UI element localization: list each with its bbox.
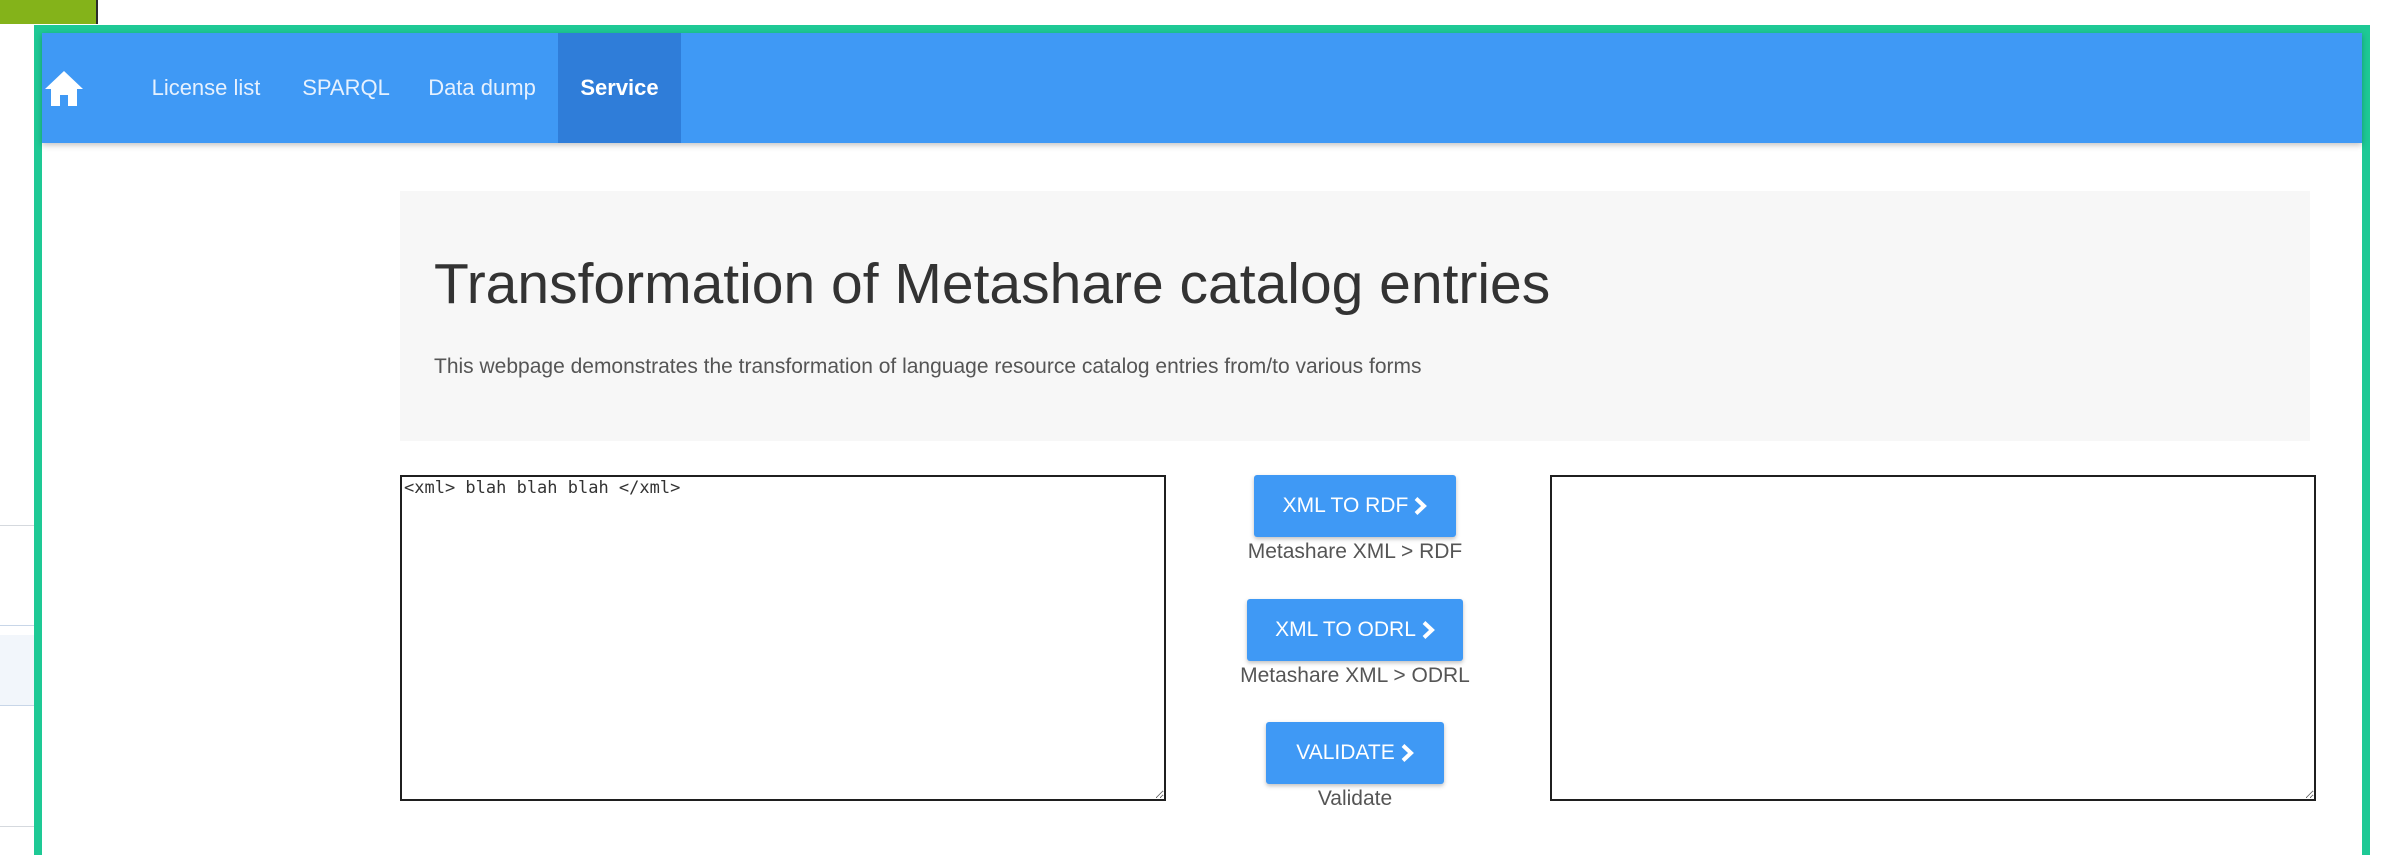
- nav-item-data-dump[interactable]: Data dump: [406, 33, 558, 143]
- xml-to-rdf-button-label: XML TO RDF: [1282, 494, 1409, 517]
- top-navbar: License list SPARQL Data dump Service: [42, 33, 2362, 143]
- page-title: Transformation of Metashare catalog entr…: [434, 252, 1551, 316]
- validate-button[interactable]: VALIDATE: [1266, 722, 1444, 784]
- xml-input-textarea[interactable]: [400, 475, 1166, 801]
- xml-to-odrl-caption: Metashare XML > ODRL: [1240, 664, 1470, 687]
- nav-item-license-list[interactable]: License list: [126, 33, 286, 143]
- xml-to-rdf-button[interactable]: XML TO RDF: [1254, 475, 1456, 537]
- page-header-jumbotron: Transformation of Metashare catalog entr…: [400, 191, 2310, 441]
- xml-to-rdf-caption: Metashare XML > RDF: [1247, 540, 1463, 563]
- result-output-textarea[interactable]: [1550, 475, 2316, 801]
- chevron-right-icon: [1401, 744, 1414, 762]
- nav-item-sparql[interactable]: SPARQL: [286, 33, 406, 143]
- chevron-right-icon: [1422, 621, 1435, 639]
- nav-home-link[interactable]: [42, 33, 86, 143]
- validate-caption: Validate: [1317, 787, 1393, 810]
- xml-to-odrl-button-label: XML TO ODRL: [1275, 618, 1416, 641]
- home-icon: [45, 71, 83, 106]
- page-description: This webpage demonstrates the transforma…: [434, 355, 1422, 378]
- service-page-frame: License list SPARQL Data dump Service Tr…: [34, 25, 2370, 855]
- background-badge: [0, 0, 98, 24]
- nav-item-service[interactable]: Service: [558, 33, 681, 143]
- xml-to-odrl-button[interactable]: XML TO ODRL: [1247, 599, 1463, 661]
- chevron-right-icon: [1414, 497, 1428, 515]
- validate-button-label: VALIDATE: [1296, 741, 1395, 764]
